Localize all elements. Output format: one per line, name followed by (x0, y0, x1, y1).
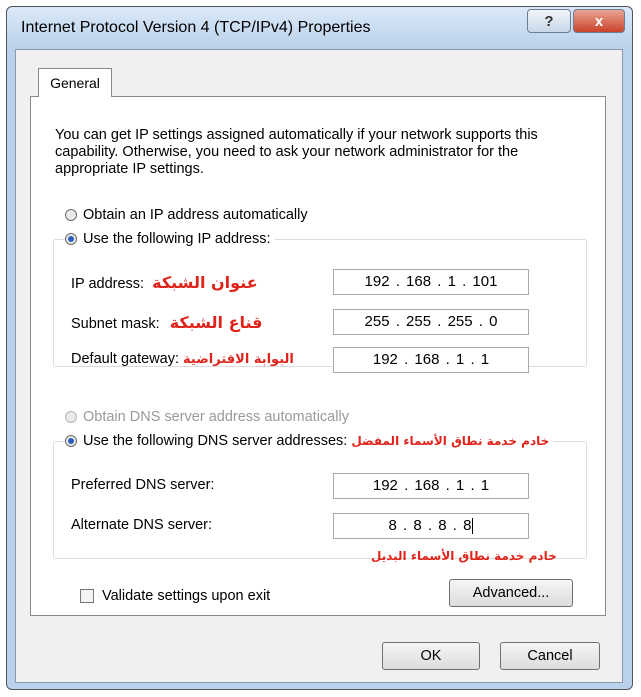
radio-selected-icon (65, 435, 77, 447)
ip-address-input[interactable]: 192 . 168 . 1 . 101 (333, 269, 529, 295)
dns-manual-label: Use the following DNS server addresses: (83, 433, 348, 449)
subnet-mask-input[interactable]: 255 . 255 . 255 . 0 (333, 309, 529, 335)
radio-selected-icon (65, 233, 77, 245)
validate-checkbox[interactable]: Validate settings upon exit (80, 588, 270, 604)
dns-alternate-arabic-annotation: خادم خدمة نطاق الأسماء البديل (371, 549, 557, 563)
subnet-mask-label: Subnet mask: (71, 316, 160, 332)
alternate-dns-label: Alternate DNS server: (71, 517, 213, 533)
dns-auto-radio[interactable]: Obtain DNS server address automatically (65, 409, 349, 425)
subnet-arabic-annotation: قناع الشبكة (169, 313, 263, 332)
ip-manual-radio[interactable]: Use the following IP address: (65, 231, 275, 247)
text-caret (472, 518, 474, 535)
ok-button[interactable]: OK (382, 642, 480, 670)
close-button[interactable]: x (573, 9, 625, 33)
help-button[interactable]: ? (527, 9, 571, 33)
window-title: Internet Protocol Version 4 (TCP/IPv4) P… (21, 19, 371, 36)
description-text: You can get IP settings assigned automat… (55, 127, 538, 177)
ip-auto-radio[interactable]: Obtain an IP address automatically (65, 207, 308, 223)
cancel-button[interactable]: Cancel (500, 642, 600, 670)
ip-address-label-row: IP address: عنوان الشبكة (71, 273, 258, 292)
dns-preferred-arabic-annotation: خادم خدمة نطاق الأسماء المفضل (351, 434, 550, 448)
alternate-dns-value: 8 . 8 . 8 . 8 (388, 517, 472, 534)
help-icon: ? (544, 12, 554, 30)
checkbox-icon (80, 589, 94, 603)
gateway-arabic-annotation: البوابة الافتراضية (183, 352, 294, 367)
alternate-dns-input[interactable]: 8 . 8 . 8 . 8 (333, 513, 529, 539)
dialog-client-area: General You can get IP settings assigned… (15, 49, 623, 683)
default-gateway-input[interactable]: 192 . 168 . 1 . 1 (333, 347, 529, 373)
close-icon: x (594, 12, 604, 30)
default-gateway-label: Default gateway: (71, 351, 180, 367)
dns-manual-radio[interactable]: Use the following DNS server addresses: … (65, 433, 554, 449)
dialog-window: Internet Protocol Version 4 (TCP/IPv4) P… (6, 6, 633, 690)
radio-icon (65, 411, 77, 423)
gateway-label-row: Default gateway: البوابة الافتراضية (71, 351, 294, 367)
title-bar[interactable]: Internet Protocol Version 4 (TCP/IPv4) P… (7, 7, 632, 49)
preferred-dns-input[interactable]: 192 . 168 . 1 . 1 (333, 473, 529, 499)
preferred-dns-label: Preferred DNS server: (71, 477, 215, 493)
advanced-button[interactable]: Advanced... (449, 579, 573, 607)
dns-settings-group (53, 441, 587, 559)
subnet-label-row: Subnet mask: قناع الشبكة (71, 313, 263, 332)
tab-general[interactable]: General (38, 68, 112, 97)
ip-auto-label: Obtain an IP address automatically (83, 207, 308, 223)
dns-auto-label: Obtain DNS server address automatically (83, 409, 349, 425)
general-panel: You can get IP settings assigned automat… (30, 96, 606, 616)
radio-icon (65, 209, 77, 221)
validate-label: Validate settings upon exit (102, 588, 271, 604)
ip-manual-label: Use the following IP address: (83, 231, 271, 247)
ip-address-arabic-annotation: عنوان الشبكة (152, 273, 258, 292)
ip-address-label: IP address: (71, 276, 145, 292)
